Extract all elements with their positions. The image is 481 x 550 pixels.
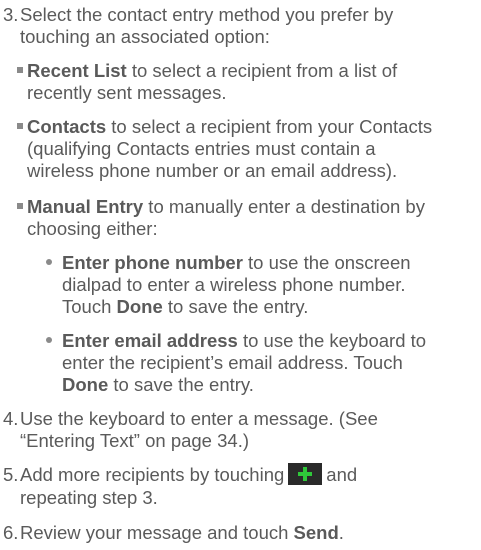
- enter-phone-line-3: Touch Done to save the entry.: [62, 296, 476, 318]
- term-enter-email-address: Enter email address: [62, 330, 238, 351]
- term-recent-list: Recent List: [27, 60, 127, 81]
- square-bullet-icon: [17, 203, 23, 210]
- step-4-line-2: “Entering Text” on page 34.): [20, 430, 249, 451]
- contacts-line-3: wireless phone number or an email addres…: [27, 160, 398, 181]
- square-bullet-icon: [17, 67, 23, 74]
- option-enter-email-address: Enter email address to use the keyboard …: [46, 330, 476, 396]
- recent-list-line-2: recently sent messages.: [27, 82, 227, 103]
- term-done: Done: [116, 296, 163, 317]
- step-6-period: .: [338, 522, 344, 543]
- option-contacts: Contacts to select a recipient from your…: [17, 116, 477, 182]
- step-5-line-2: repeating step 3.: [20, 487, 158, 509]
- manual-page: 3. Select the contact entry method you p…: [0, 0, 481, 550]
- plus-icon: [288, 463, 323, 486]
- contacts-text: to select a recipient from your Contacts: [106, 116, 433, 137]
- step-5-and-text: and: [326, 464, 358, 485]
- step-6: 6. Review your message and touch Send.: [3, 522, 481, 544]
- term-send: Send: [293, 522, 339, 543]
- step-number: 6.: [3, 522, 19, 543]
- enter-email-text: to use the keyboard to: [237, 330, 427, 351]
- dot-bullet-icon: [46, 337, 52, 344]
- enter-phone-touch-text: Touch: [62, 296, 117, 317]
- dot-bullet-icon: [46, 259, 52, 266]
- step-5-line-1: Add more recipients by touching and: [20, 463, 481, 487]
- enter-phone-save-text: to save the entry.: [162, 296, 309, 317]
- enter-email-save-text: to save the entry.: [108, 374, 254, 395]
- option-recent-list: Recent List to select a recipient from a…: [17, 60, 477, 104]
- step-3-line-1: Select the contact entry method you pref…: [20, 4, 394, 25]
- term-manual-entry: Manual Entry: [27, 196, 144, 217]
- enter-email-line-3: Done to save the entry.: [62, 374, 476, 396]
- step-number: 3.: [3, 4, 19, 25]
- manual-entry-line-2: choosing either:: [27, 218, 158, 239]
- option-enter-phone-number: Enter phone number to use the onscreen d…: [46, 252, 476, 318]
- term-enter-phone-number: Enter phone number: [62, 252, 243, 273]
- contacts-line-2: (qualifying Contacts entries must contai…: [27, 138, 376, 159]
- option-manual-entry: Manual Entry to manually enter a destina…: [17, 196, 477, 240]
- enter-phone-text: to use the onscreen: [242, 252, 411, 273]
- term-contacts: Contacts: [27, 116, 107, 137]
- step-number: 4.: [3, 408, 19, 429]
- enter-email-line-2: enter the recipient’s email address. Tou…: [62, 352, 403, 373]
- step-3-line-2: touching an associated option:: [20, 26, 270, 47]
- step-5: 5. Add more recipients by touching and re…: [3, 463, 481, 509]
- step-6-line-1: Review your message and touch Send.: [20, 522, 481, 544]
- step-5-text: Add more recipients by touching: [20, 464, 285, 485]
- step-6-text: Review your message and touch: [20, 522, 294, 543]
- manual-entry-text: to manually enter a destination by: [143, 196, 425, 217]
- term-done: Done: [62, 374, 109, 395]
- step-4-line-1: Use the keyboard to enter a message. (Se…: [20, 408, 378, 429]
- step-3: 3. Select the contact entry method you p…: [3, 4, 481, 48]
- step-number: 5.: [3, 464, 19, 485]
- square-bullet-icon: [17, 123, 23, 130]
- recent-list-text: to select a recipient from a list of: [126, 60, 398, 81]
- step-4: 4. Use the keyboard to enter a message. …: [3, 408, 481, 452]
- enter-phone-line-2: dialpad to enter a wireless phone number…: [62, 274, 406, 295]
